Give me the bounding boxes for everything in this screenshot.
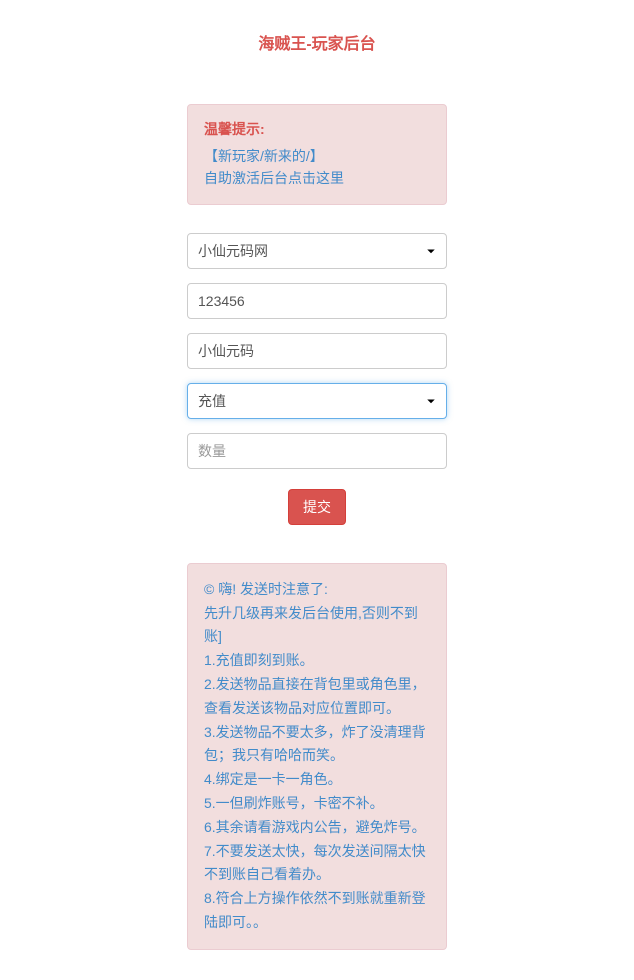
tip-alert: 温馨提示: 【新玩家/新来的/】 自助激活后台点击这里 (187, 104, 447, 205)
info-line-2: 1.充值即刻到账。 (204, 649, 430, 673)
info-box: © 嗨! 发送时注意了: 先升几级再来发后台使用,否则不到账] 1.充值即刻到账… (187, 563, 447, 950)
submit-button[interactable]: 提交 (288, 489, 346, 525)
name-input[interactable] (187, 333, 447, 369)
alert-activation-link[interactable]: 【新玩家/新来的/】 自助激活后台点击这里 (204, 145, 430, 190)
id-input[interactable] (187, 283, 447, 319)
info-line-3: 2.发送物品直接在背包里或角色里，查看发送该物品对应位置即可。 (204, 673, 430, 721)
main-container: 温馨提示: 【新玩家/新来的/】 自助激活后台点击这里 小仙元码网 充值 提交 … (187, 104, 447, 950)
info-line-4: 3.发送物品不要太多，炸了没清理背包；我只有哈哈而笑。 (204, 721, 430, 769)
info-line-5: 4.绑定是一卡一角色。 (204, 768, 430, 792)
alert-line1: 【新玩家/新来的/】 (204, 148, 324, 164)
info-line-9: 8.符合上方操作依然不到账就重新登陆即可。。 (204, 887, 430, 935)
info-line-0: © 嗨! 发送时注意了: (204, 578, 430, 602)
page-title: 海贼王-玩家后台 (258, 30, 375, 54)
submit-wrapper: 提交 (187, 489, 447, 525)
quantity-input[interactable] (187, 433, 447, 469)
site-select[interactable]: 小仙元码网 (187, 233, 447, 269)
info-line-8: 7.不要发送太快，每次发送间隔太快不到账自己看着办。 (204, 840, 430, 888)
info-line-7: 6.其余请看游戏内公告，避免炸号。 (204, 816, 430, 840)
action-select[interactable]: 充值 (187, 383, 447, 419)
alert-line2: 自助激活后台点击这里 (204, 170, 344, 186)
info-line-6: 5.一但刷炸账号，卡密不补。 (204, 792, 430, 816)
info-line-1: 先升几级再来发后台使用,否则不到账] (204, 602, 430, 650)
alert-heading: 温馨提示: (204, 119, 430, 139)
